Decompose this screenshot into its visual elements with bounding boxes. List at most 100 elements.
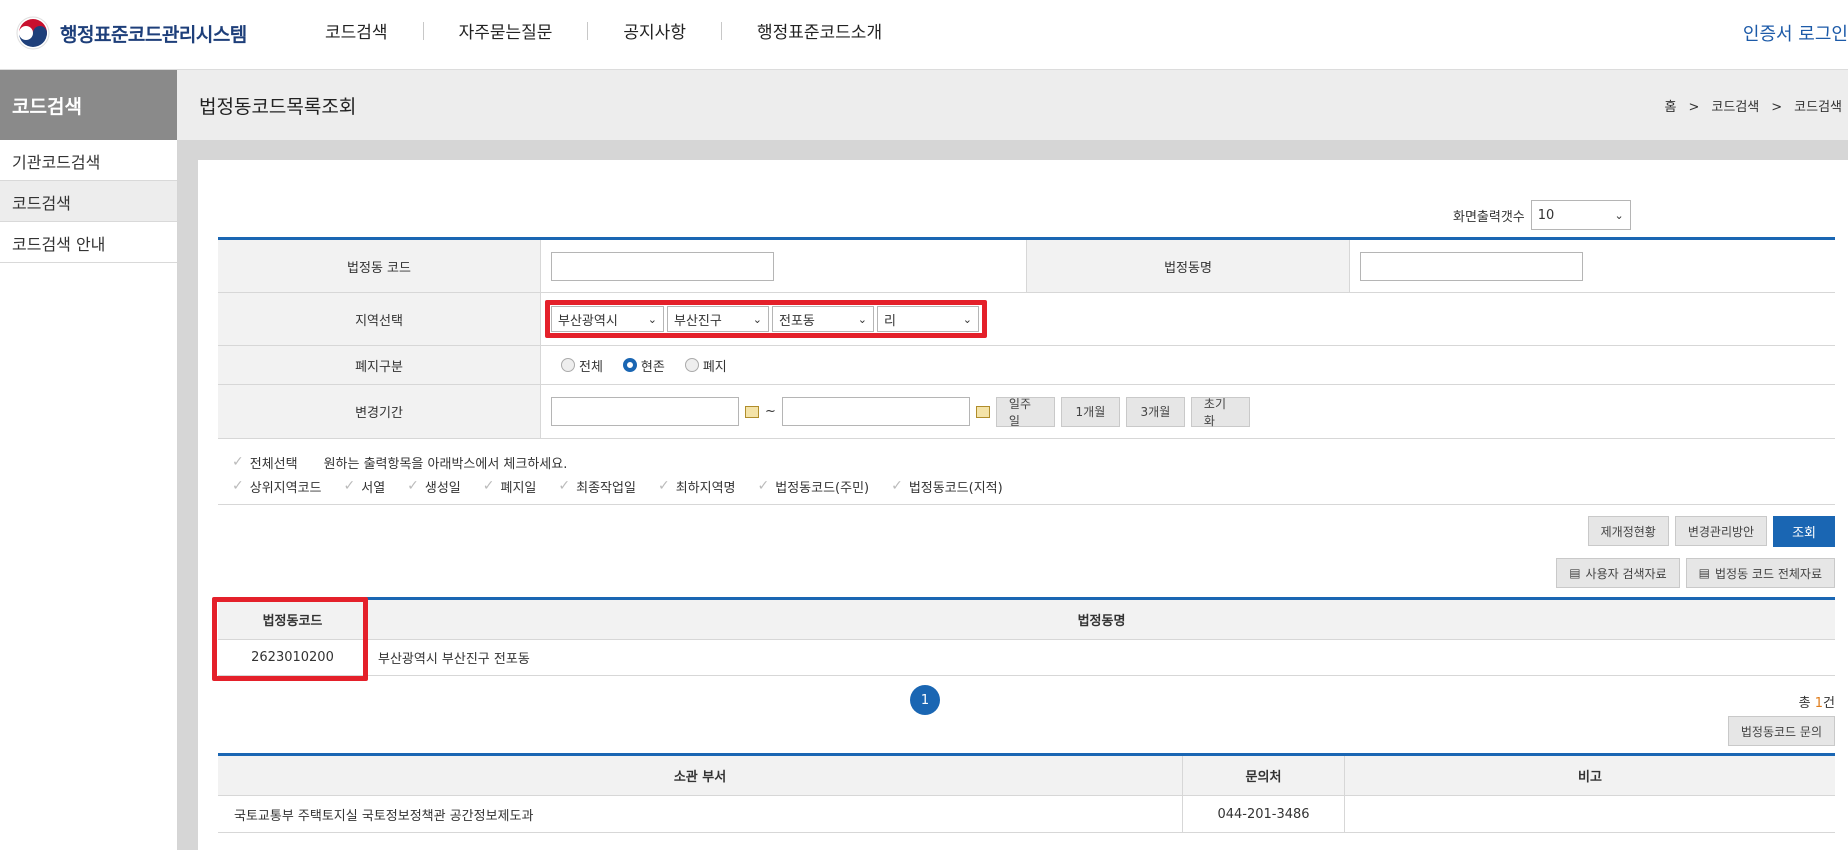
period-reset-button[interactable]: 초기화 (1190, 396, 1250, 428)
revision-status-button[interactable]: 제개정현황 (1587, 516, 1669, 546)
abolish-option-all: 전체 (579, 359, 603, 375)
abolish-label: 폐지구분 (218, 346, 541, 384)
page-titlebar: 법정동코드목록조회 홈 > 코드검색 > 코드검색 (177, 70, 1848, 140)
sidebar-title: 코드검색 (0, 70, 177, 140)
search-form: 법정동 코드 법정동명 지역선택 부산광역시 ⌄ 부산진구 ⌄ 전포동 ⌄ 리 ⌄ 폐지… (218, 237, 1835, 439)
calendar-icon[interactable] (745, 405, 759, 418)
checkbox-order[interactable]: ✓ 서열 (344, 477, 386, 496)
results-table: 법정동코드 법정동명 2623010200 부산광역시 부산진구 전포동 (218, 597, 1835, 676)
sidebar-item-code-search[interactable]: 코드검색 (0, 181, 177, 222)
all-data-download-button[interactable]: ▤ 법정동 코드 전체자료 (1685, 558, 1835, 588)
table-row[interactable]: 2623010200 부산광역시 부산진구 전포동 (218, 640, 1835, 676)
total-number: 1 (1814, 696, 1824, 711)
nav-faq[interactable]: 자주묻는질문 (424, 18, 588, 43)
abolish-radio-group: 전체 현존 폐지 (541, 346, 1835, 384)
breadcrumb-home[interactable]: 홈 (1665, 100, 1677, 115)
download-icon: ▤ (1698, 566, 1710, 580)
department-table: 소관 부서 문의처 비고 국토교통부 주택토지실 국토정보정책관 공간정보제도과… (218, 753, 1835, 833)
check-icon: ✓ (891, 478, 903, 494)
select-all-label: 전체선택 (249, 456, 298, 472)
department-header: 소관 부서 문의처 비고 (218, 756, 1835, 796)
name-input[interactable] (1360, 251, 1583, 281)
site-logo[interactable]: 행정표준코드관리시스템 (16, 16, 247, 50)
checkbox-created-date[interactable]: ✓ 생성일 (407, 477, 461, 496)
inquiry-action: 법정동코드 문의 (1727, 716, 1835, 746)
col-header-contact: 문의처 (1183, 756, 1345, 795)
chevron-down-icon: ⌄ (1614, 208, 1624, 222)
check-icon: ✓ (482, 478, 495, 494)
results-header: 법정동코드 법정동명 (218, 600, 1835, 640)
taegeuk-logo-icon (16, 16, 50, 50)
check-icon: ✓ (232, 478, 244, 494)
checkbox-parent-region-code[interactable]: ✓ 상위지역코드 (232, 477, 322, 496)
dept-note (1345, 796, 1835, 832)
period-3month-button[interactable]: 3개월 (1125, 396, 1185, 427)
code-inquiry-button[interactable]: 법정동코드 문의 (1727, 716, 1835, 746)
col-header-name: 법정동명 (1077, 614, 1126, 629)
select-all-checkbox[interactable]: ✓ 전체선택 (232, 453, 298, 472)
login-link[interactable]: 인증서 로그인 (1743, 20, 1848, 46)
checkbox-last-modified[interactable]: ✓ 최종작업일 (558, 477, 636, 496)
period-week-button[interactable]: 일주일 (995, 396, 1055, 428)
breadcrumb: 홈 > 코드검색 > 코드검색 (1659, 96, 1848, 115)
per-page-select[interactable]: 10 ⌄ (1530, 200, 1631, 230)
check-icon: ✓ (657, 478, 670, 494)
abolish-radio-abolished[interactable]: 폐지 (684, 356, 727, 375)
period-label: 변경기간 (218, 385, 541, 438)
calendar-icon[interactable] (975, 405, 990, 418)
abolish-option-abolished: 폐지 (702, 359, 727, 375)
name-input-cell (1350, 240, 1835, 292)
per-page-label: 화면출력갯수 (1453, 209, 1525, 225)
dept-name: 국토교통부 주택토지실 국토정보정책관 공간정보제도과 (218, 796, 1183, 832)
period-cell: ~ 일주일 1개월 3개월 초기화 (541, 385, 1835, 438)
col-header-note: 비고 (1578, 770, 1602, 785)
period-to-input[interactable] (781, 397, 970, 426)
check-icon: ✓ (232, 454, 244, 470)
total-suffix: 건 (1823, 696, 1835, 711)
period-1month-button[interactable]: 1개월 (1060, 396, 1120, 427)
total-prefix: 총 (1798, 696, 1815, 711)
check-icon: ✓ (343, 478, 356, 494)
checklist-items-row: ✓ 상위지역코드 ✓ 서열 ✓ 생성일 ✓ 폐지일 ✓ 최종작업일 ✓ 최하지역명 ✓ 법정동… (232, 474, 1025, 498)
nav-notice[interactable]: 공지사항 (588, 18, 721, 43)
code-input[interactable] (551, 251, 774, 281)
checkbox-label: 서열 (361, 480, 386, 496)
user-data-label: 사용자 검색자료 (1585, 566, 1667, 581)
table-row: 국토교통부 주택토지실 국토정보정책관 공간정보제도과 044-201-3486 (218, 796, 1835, 833)
sidebar-item-search-guide[interactable]: 코드검색 안내 (0, 222, 177, 263)
abolish-radio-current[interactable]: 현존 (622, 356, 665, 375)
sidebar-item-org-code-search[interactable]: 기관코드검색 (0, 140, 177, 181)
checkbox-label: 법정동코드(지적) (908, 480, 1003, 496)
abolish-radio-all[interactable]: 전체 (561, 356, 603, 375)
period-from-input[interactable] (551, 397, 739, 426)
breadcrumb-current: 코드검색 (1794, 100, 1842, 115)
name-label: 법정동명 (1027, 240, 1350, 292)
region-highlight-box (545, 300, 987, 338)
pagination-page-1[interactable]: 1 (910, 685, 940, 715)
search-actions: 제개정현황 변경관리방안 조회 (1587, 516, 1835, 547)
checkbox-lowest-region[interactable]: ✓ 최하지역명 (658, 477, 736, 496)
main-nav: 코드검색 자주묻는질문 공지사항 행정표준코드소개 (290, 18, 917, 43)
radio-checked-icon (622, 358, 637, 372)
breadcrumb-code-search[interactable]: 코드검색 (1711, 100, 1759, 115)
sidebar-menu: 기관코드검색 코드검색 코드검색 안내 (0, 140, 177, 263)
nav-about[interactable]: 행정표준코드소개 (722, 18, 917, 43)
download-icon: ▤ (1569, 566, 1581, 580)
per-page-control: 화면출력갯수 10 ⌄ (1453, 200, 1631, 230)
checkbox-abolished-date[interactable]: ✓ 폐지일 (483, 477, 537, 496)
per-page-value: 10 (1537, 207, 1555, 223)
user-data-download-button[interactable]: ▤ 사용자 검색자료 (1556, 558, 1680, 588)
change-management-button[interactable]: 변경관리방안 (1674, 516, 1768, 546)
search-row-period: 변경기간 ~ 일주일 1개월 3개월 초기화 (218, 385, 1835, 439)
breadcrumb-separator: > (1688, 100, 1700, 115)
checkbox-code-cadastral[interactable]: ✓ 법정동코드(지적) (891, 477, 1003, 496)
radio-icon (684, 358, 699, 372)
abolish-option-current: 현존 (640, 359, 665, 375)
dept-contact: 044-201-3486 (1183, 796, 1345, 832)
region-label: 지역선택 (218, 293, 541, 345)
checklist-header-row: ✓ 전체선택 원하는 출력항목을 아래박스에서 체크하세요. (232, 450, 1025, 474)
search-button[interactable]: 조회 (1773, 516, 1835, 547)
nav-code-search[interactable]: 코드검색 (290, 18, 423, 43)
checkbox-code-resident[interactable]: ✓ 법정동코드(주민) (758, 477, 870, 496)
search-row-abolish: 폐지구분 전체 현존 폐지 (218, 346, 1835, 385)
